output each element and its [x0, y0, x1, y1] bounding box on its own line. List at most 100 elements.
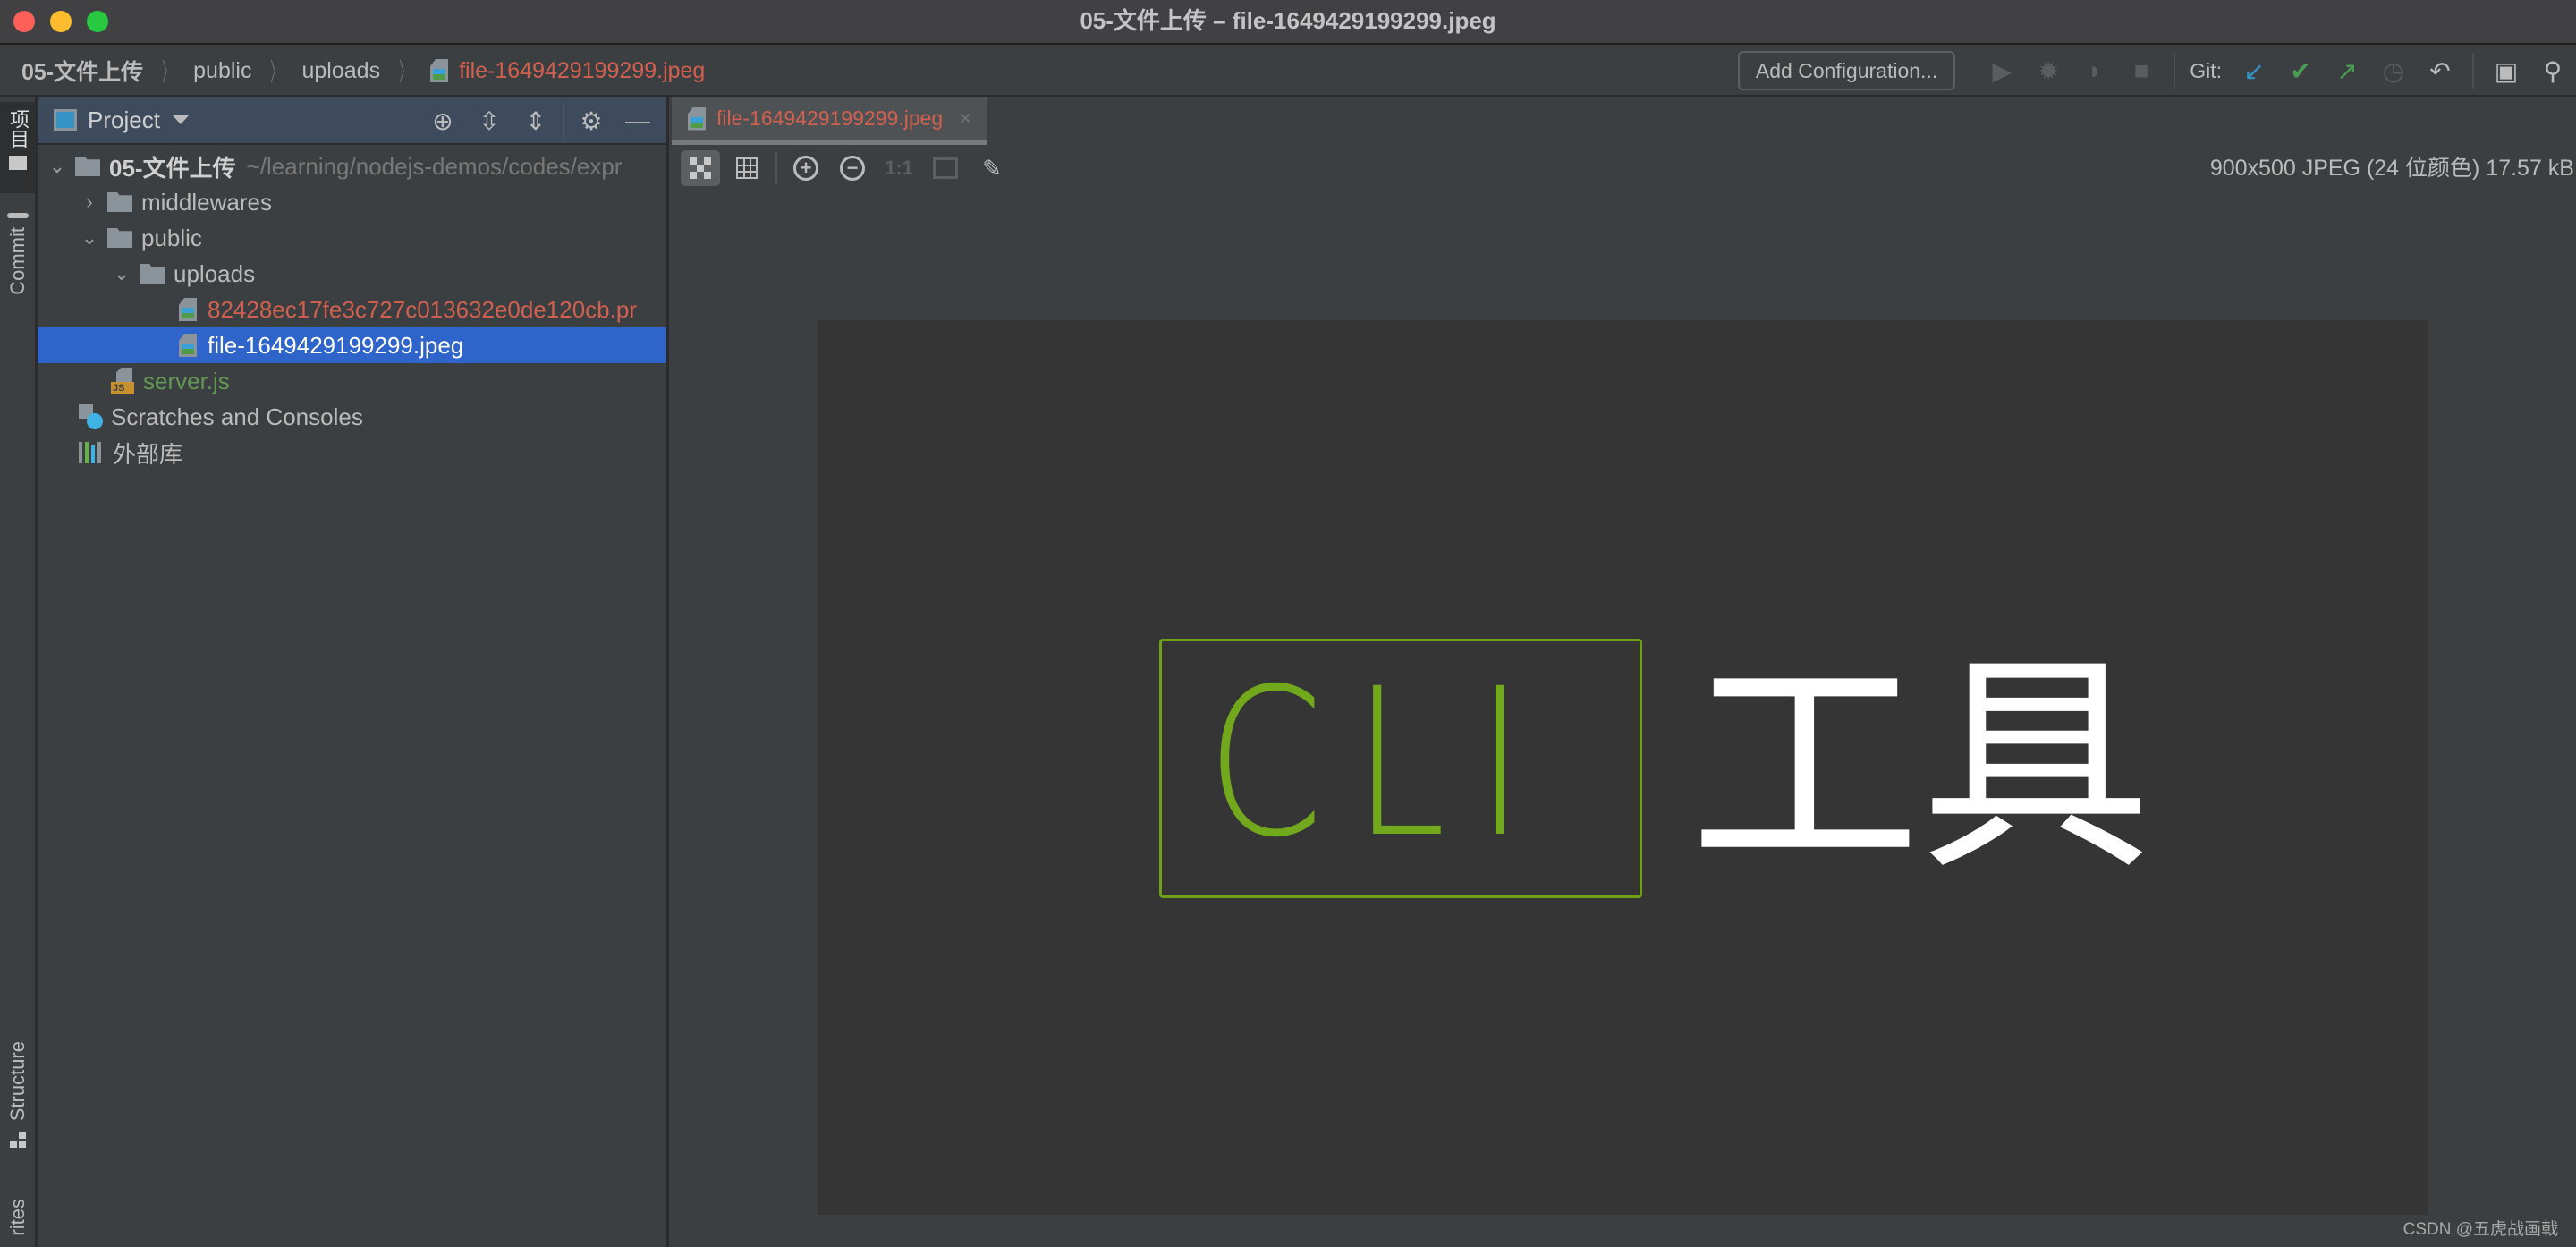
- editor-tab-strip: file-1649429199299.jpeg ×: [672, 97, 2576, 145]
- project-panel: Project ⊕ ⇳ ⇕ ⚙ — ⌄ 05-文件上传 ~/learning/n…: [38, 97, 669, 1247]
- coverage-icon[interactable]: ◗: [2072, 51, 2118, 90]
- watermark: CSDN @五虎战画戟: [2402, 1220, 2558, 1239]
- chevron-down-icon[interactable]: [172, 115, 189, 124]
- toolbar-separator: [775, 152, 777, 184]
- cli-logo-text: CLI: [1207, 644, 1555, 882]
- tree-item-jpeg-file[interactable]: file-1649429199299.jpeg: [38, 327, 666, 363]
- favorites-tool-label: rites: [6, 1199, 29, 1236]
- stop-icon[interactable]: ■: [2118, 51, 2165, 90]
- image-info: 900x500 JPEG (24 位颜色) 17.57 kB: [2209, 156, 2574, 181]
- structure-tool-button[interactable]: Structure: [0, 1041, 36, 1175]
- tree-item-label: middlewares: [141, 188, 272, 216]
- editor-area: file-1649429199299.jpeg × + − 1:1 ✎ 900x…: [672, 97, 2576, 1247]
- zoom-out-icon[interactable]: −: [833, 150, 872, 186]
- commit-icon: [7, 213, 29, 218]
- structure-tool-label: Structure: [6, 1041, 29, 1122]
- tool-logo-text: 工具: [1690, 632, 2151, 901]
- project-panel-title[interactable]: Project: [88, 106, 160, 134]
- image-viewer-toolbar: + − 1:1 ✎ 900x500 JPEG (24 位颜色) 17.57 kB: [672, 145, 2576, 191]
- commit-tool-label: Commit: [6, 227, 29, 295]
- project-panel-header: Project ⊕ ⇳ ⇕ ⚙ —: [38, 97, 666, 145]
- image-file-icon: [430, 59, 449, 82]
- image-file-icon: [179, 298, 197, 321]
- tree-item-path: ~/learning/nodejs-demos/codes/expr: [246, 152, 623, 180]
- tree-item-external-libraries[interactable]: 外部库: [38, 435, 666, 471]
- folder-icon: [107, 228, 132, 248]
- breadcrumb-separator: 〉: [270, 58, 284, 86]
- add-configuration-button[interactable]: Add Configuration...: [1737, 51, 1956, 90]
- fit-zoom-icon[interactable]: [926, 150, 965, 186]
- debug-icon[interactable]: ✹: [2025, 51, 2072, 90]
- color-picker-icon[interactable]: ✎: [972, 150, 1012, 186]
- header-separator: [563, 105, 564, 137]
- tree-item-label: file-1649429199299.jpeg: [208, 331, 464, 359]
- chessboard-icon[interactable]: [681, 150, 720, 186]
- search-icon[interactable]: ⚲: [2529, 51, 2576, 90]
- tree-item-png-file[interactable]: 82428ec17fe3c727c013632e0de120cb.pr: [38, 292, 666, 327]
- git-update-icon[interactable]: ↙: [2231, 51, 2277, 90]
- chevron-down-icon[interactable]: ⌄: [79, 226, 100, 250]
- zoom-in-icon[interactable]: +: [786, 150, 826, 186]
- breadcrumb-item-public[interactable]: public: [193, 58, 251, 84]
- grid-icon[interactable]: [727, 150, 767, 186]
- title-bar: 05-文件上传 – file-1649429199299.jpeg: [0, 0, 2576, 45]
- image-preview: CLI 工具: [818, 320, 2428, 1215]
- breadcrumb-item-file[interactable]: file-1649429199299.jpeg: [459, 58, 705, 84]
- image-file-icon: [688, 106, 706, 131]
- chevron-right-icon[interactable]: ›: [79, 191, 100, 214]
- tree-item-label: uploads: [174, 259, 256, 287]
- window-title: 05-文件上传 – file-1649429199299.jpeg: [1080, 7, 1496, 34]
- tree-item-label: Scratches and Consoles: [111, 403, 363, 430]
- git-push-icon[interactable]: ↗: [2324, 51, 2370, 90]
- project-tool-label: 项目: [7, 109, 30, 148]
- commit-tool-button[interactable]: Commit: [0, 204, 36, 419]
- locate-icon[interactable]: ⊕: [419, 101, 466, 140]
- breadcrumb-separator: 〉: [162, 58, 175, 86]
- tree-item-public[interactable]: ⌄ public: [38, 220, 666, 256]
- library-icon: [79, 442, 104, 463]
- tree-item-scratches[interactable]: Scratches and Consoles: [38, 399, 666, 435]
- cli-logo-box: CLI: [1159, 639, 1642, 898]
- folder-icon: [75, 157, 100, 176]
- run-icon[interactable]: ▶: [1979, 51, 2025, 90]
- close-icon[interactable]: ×: [959, 106, 971, 131]
- tree-item-label: server.js: [143, 367, 230, 394]
- editor-tab[interactable]: file-1649429199299.jpeg ×: [672, 97, 988, 145]
- image-viewport[interactable]: CLI 工具: [672, 191, 2576, 1247]
- image-file-icon: [179, 334, 197, 357]
- tree-item-middlewares[interactable]: › middlewares: [38, 184, 666, 220]
- folder-icon: [107, 192, 132, 212]
- toolbar-separator: [2174, 53, 2176, 89]
- collapse-all-icon[interactable]: ⇕: [513, 101, 559, 140]
- scratches-icon: [79, 404, 103, 429]
- tree-item-label: 82428ec17fe3c727c013632e0de120cb.pr: [208, 295, 637, 323]
- tree-item-project-root[interactable]: ⌄ 05-文件上传 ~/learning/nodejs-demos/codes/…: [38, 148, 666, 184]
- tree-item-label: 05-文件上传: [109, 154, 236, 182]
- chevron-down-icon[interactable]: ⌄: [111, 262, 132, 285]
- structure-icon: [10, 1132, 26, 1149]
- breadcrumb-item-project[interactable]: 05-文件上传: [21, 55, 143, 87]
- toolbar-separator: [2472, 53, 2474, 89]
- main-toolbar: Add Configuration... ▶ ✹ ◗ ■ Git: ↙ ✔ ↗ …: [1737, 45, 2576, 97]
- tree-item-uploads[interactable]: ⌄ uploads: [38, 256, 666, 292]
- project-tool-button[interactable]: 项目: [0, 102, 36, 193]
- tree-item-server-js[interactable]: JS server.js: [38, 363, 666, 399]
- left-tool-strip: 项目 Commit Structure rites: [0, 97, 38, 1247]
- git-commit-icon[interactable]: ✔: [2277, 51, 2324, 90]
- tab-label: file-1649429199299.jpeg: [716, 106, 944, 130]
- tree-item-label: 外部库: [113, 440, 183, 468]
- expand-all-icon[interactable]: ⇳: [466, 101, 513, 140]
- folder-icon: [140, 264, 165, 284]
- javascript-file-icon: JS: [111, 368, 134, 394]
- history-icon[interactable]: ◷: [2370, 51, 2417, 90]
- project-view-icon: [54, 109, 77, 131]
- terminal-icon[interactable]: ▣: [2483, 51, 2529, 90]
- minimize-icon[interactable]: —: [614, 101, 661, 140]
- actual-size-icon[interactable]: 1:1: [879, 150, 919, 186]
- favorites-tool-button[interactable]: rites: [0, 1199, 36, 1247]
- breadcrumb-item-uploads[interactable]: uploads: [302, 58, 381, 84]
- chevron-down-icon[interactable]: ⌄: [47, 155, 68, 178]
- breadcrumb-separator: 〉: [399, 58, 412, 86]
- rollback-icon[interactable]: ↶: [2417, 51, 2463, 90]
- gear-icon[interactable]: ⚙: [568, 101, 614, 140]
